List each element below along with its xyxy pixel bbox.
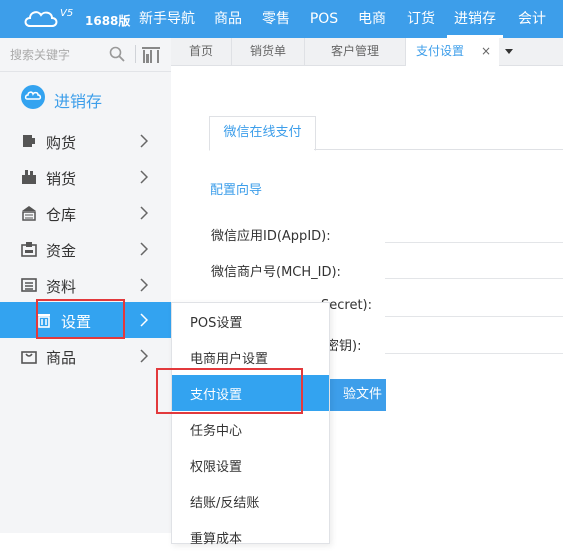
- tab-sales-order[interactable]: 销货单: [232, 38, 305, 65]
- search-divider: [135, 45, 136, 63]
- submenu-item-permission-settings[interactable]: 权限设置: [172, 447, 329, 483]
- module-label: 进销存: [54, 92, 103, 111]
- tab-payment-settings[interactable]: 支付设置 ×: [406, 38, 500, 66]
- top-navigation-bar: V5 1688版 新手导航 商品 零售 POS 电商 订货 进销存 会计: [0, 0, 563, 38]
- sidebar-item-purchase[interactable]: 购货: [0, 123, 171, 159]
- subtab-divider: [314, 149, 563, 150]
- logo-version: 1688版: [85, 14, 131, 28]
- submenu-item-label: 权限设置: [190, 460, 243, 475]
- nav-product[interactable]: 商品: [208, 0, 248, 38]
- chevron-right-icon: [140, 170, 148, 184]
- module-header: 进销存: [0, 76, 171, 120]
- tab-list-dropdown[interactable]: [499, 38, 519, 65]
- tab-customer-management[interactable]: 客户管理: [305, 38, 406, 65]
- chevron-right-icon: [140, 134, 148, 148]
- settings-submenu: POS设置 电商用户设置 支付设置 任务中心 权限设置 结账/反结账 重算成本: [171, 302, 330, 547]
- submenu-item-label: 重算成本: [190, 532, 243, 547]
- submenu-item-label: 结账/反结账: [190, 496, 260, 511]
- submenu-item-pos-settings[interactable]: POS设置: [172, 303, 329, 339]
- caret-down-icon: [505, 49, 513, 54]
- nav-accounting[interactable]: 会计: [510, 0, 554, 38]
- chevron-right-icon: [140, 206, 148, 220]
- sidebar-item-label: 商品: [46, 349, 77, 367]
- nav-pos[interactable]: POS: [305, 0, 343, 38]
- submenu-item-label: 任务中心: [190, 424, 243, 439]
- nav-ecommerce[interactable]: 电商: [351, 0, 393, 38]
- sidebar-item-label: 销货: [46, 170, 77, 188]
- sidebar-item-fund[interactable]: 资金: [0, 231, 171, 267]
- sidebar-item-label: 购货: [46, 134, 77, 152]
- warehouse-icon: [22, 206, 36, 221]
- tab-wechat-pay[interactable]: 微信在线支付: [209, 116, 316, 151]
- nav-retail[interactable]: 零售: [256, 0, 296, 38]
- annotation-highlight-settings: [36, 299, 125, 339]
- submenu-item-label: POS设置: [190, 316, 243, 331]
- sales-icon: [22, 170, 36, 184]
- chevron-right-icon: [140, 242, 148, 256]
- chevron-right-icon: [140, 349, 148, 363]
- annotation-highlight-payment-settings: [156, 368, 303, 414]
- field-label-key: 密钥):: [326, 339, 362, 354]
- chevron-right-icon: [140, 313, 148, 327]
- close-icon[interactable]: ×: [481, 38, 491, 64]
- submenu-item-recalculate-cost[interactable]: 重算成本: [172, 519, 329, 555]
- submenu-item-task-center[interactable]: 任务中心: [172, 411, 329, 447]
- fund-icon: [21, 242, 37, 257]
- submenu-item-close-reopen-accounts[interactable]: 结账/反结账: [172, 483, 329, 519]
- tab-label: 支付设置: [416, 44, 465, 58]
- search-input[interactable]: [8, 45, 107, 65]
- nav-ordering[interactable]: 订货: [400, 0, 442, 38]
- app-logo[interactable]: V5 1688版: [22, 6, 132, 34]
- secret-input[interactable]: [385, 316, 563, 317]
- sidebar-item-label: 仓库: [46, 206, 77, 224]
- sidebar-item-warehouse[interactable]: 仓库: [0, 195, 171, 231]
- sidebar-item-data[interactable]: 资料: [0, 267, 171, 303]
- data-icon: [21, 278, 37, 292]
- bag-icon: [21, 351, 37, 364]
- sidebar-item-label: 资金: [46, 242, 77, 260]
- inventory-module-icon: [21, 85, 45, 109]
- key-input[interactable]: [385, 353, 563, 354]
- sidebar-item-goods[interactable]: 商品: [0, 338, 171, 374]
- sidebar-item-label: 资料: [46, 278, 77, 296]
- tab-home[interactable]: 首页: [171, 38, 232, 65]
- field-label-mchid: 微信商户号(MCH_ID):: [211, 265, 341, 280]
- submenu-item-label: 电商用户设置: [190, 352, 269, 367]
- sidebar-search: [0, 38, 171, 72]
- config-wizard-link[interactable]: 配置向导: [210, 179, 262, 198]
- sidebar: 进销存 购货 销货 仓库 资金 资料 设置 商品: [0, 38, 171, 533]
- sidebar-item-sales[interactable]: 销货: [0, 159, 171, 195]
- mchid-input[interactable]: [385, 278, 563, 279]
- cart-icon: [23, 135, 35, 147]
- chevron-right-icon: [140, 278, 148, 292]
- nav-beginner-guide[interactable]: 新手导航: [136, 0, 198, 38]
- nav-inventory[interactable]: 进销存: [447, 0, 503, 38]
- appid-input[interactable]: [385, 242, 563, 243]
- logo-superscript: V5: [60, 8, 74, 19]
- cloud-logo-icon: [24, 11, 58, 27]
- layout-toggle-icon[interactable]: [141, 46, 161, 64]
- field-label-appid: 微信应用ID(AppID):: [211, 229, 331, 244]
- search-icon[interactable]: [109, 46, 125, 62]
